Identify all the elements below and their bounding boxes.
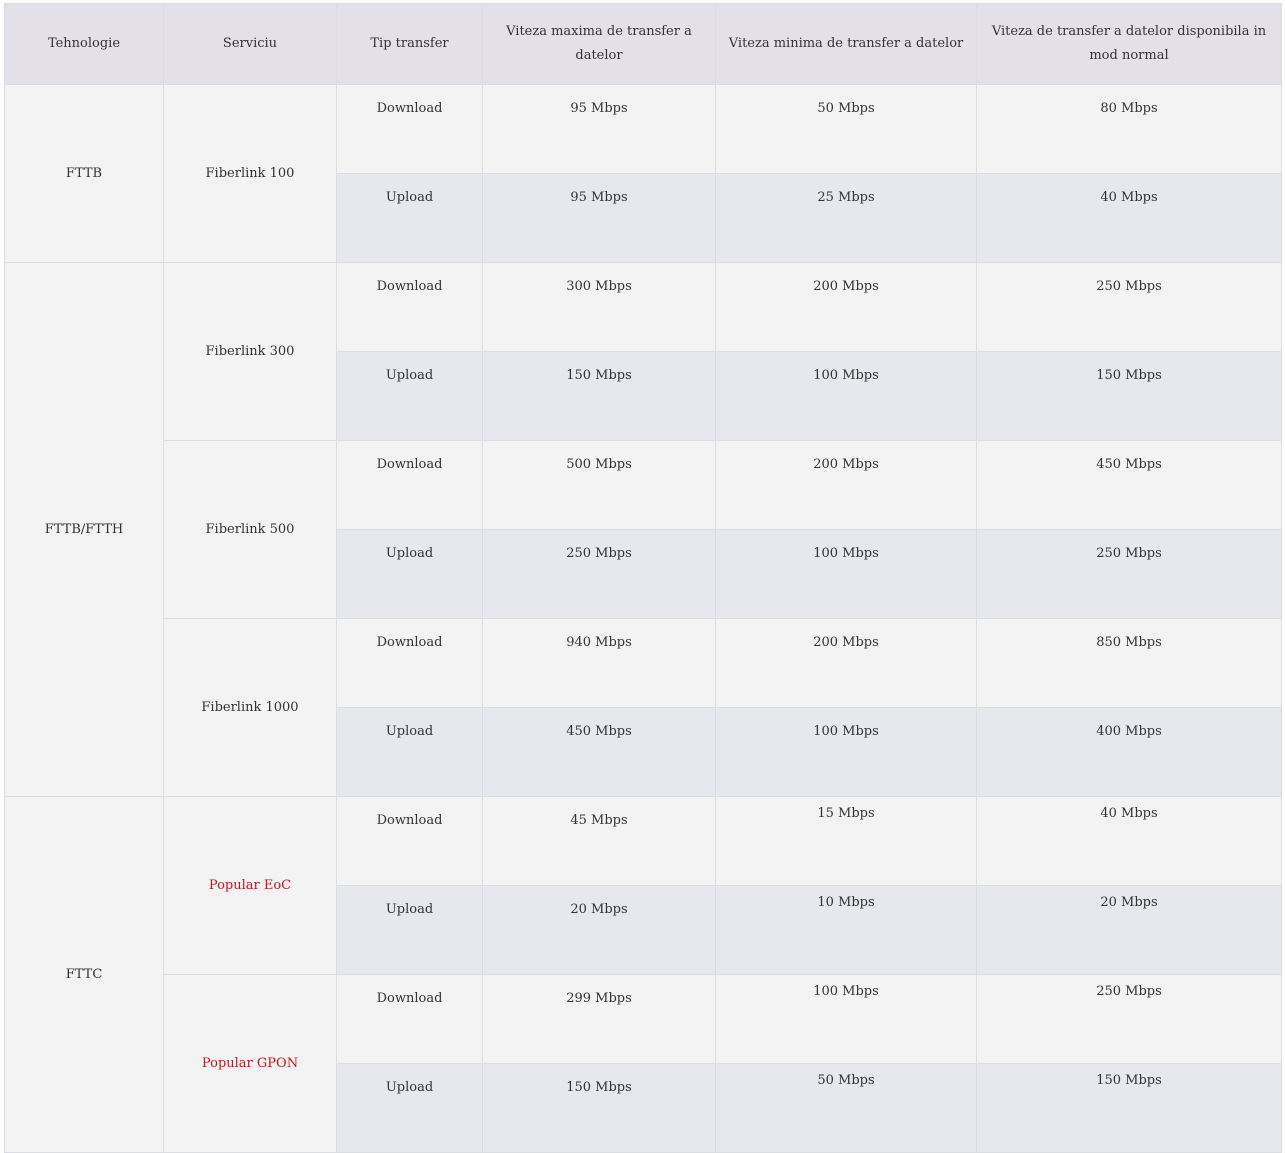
normal-speed-cell: 40 Mbps [976, 796, 1282, 886]
type-cell: Download [336, 262, 483, 352]
normal-speed-cell: 850 Mbps [976, 618, 1282, 708]
header-min-speed: Viteza minima de transfer a datelor [715, 3, 977, 85]
type-cell: Download [336, 440, 483, 530]
tech-cell: FTTC [4, 796, 164, 1153]
table-row: Popular GPON Download 299 Mbps 100 Mbps … [5, 974, 1282, 1153]
max-speed-cell: 300 Mbps [482, 262, 716, 352]
speed-table-container: Tehnologie Serviciu Tip transfer Viteza … [4, 3, 1282, 1153]
min-speed-cell: 10 Mbps [715, 885, 977, 975]
max-speed-cell: 20 Mbps [482, 885, 716, 975]
normal-speed-cell: 80 Mbps [976, 84, 1282, 174]
table-row: Fiberlink 500 Download 500 Mbps 200 Mbps… [5, 440, 1282, 619]
type-cell: Upload [336, 173, 483, 263]
header-tech: Tehnologie [4, 3, 164, 85]
service-cell: Fiberlink 300 [163, 262, 337, 441]
max-speed-cell: 150 Mbps [482, 1063, 716, 1153]
max-speed-cell: 500 Mbps [482, 440, 716, 530]
type-cell: Upload [336, 885, 483, 975]
max-speed-cell: 250 Mbps [482, 529, 716, 619]
type-cell: Download [336, 84, 483, 174]
normal-speed-cell: 20 Mbps [976, 885, 1282, 975]
tech-cell: FTTB [4, 84, 164, 263]
normal-speed-cell: 250 Mbps [976, 529, 1282, 619]
normal-speed-cell: 450 Mbps [976, 440, 1282, 530]
min-speed-cell: 100 Mbps [715, 707, 977, 797]
service-cell: Fiberlink 1000 [163, 618, 337, 797]
min-speed-cell: 25 Mbps [715, 173, 977, 263]
min-speed-cell: 50 Mbps [715, 1063, 977, 1153]
speed-table: Tehnologie Serviciu Tip transfer Viteza … [4, 3, 1282, 1153]
type-cell: Upload [336, 529, 483, 619]
table-row: FTTB Fiberlink 100 Download 95 Mbps 50 M… [4, 84, 1282, 263]
normal-speed-cell: 250 Mbps [976, 262, 1282, 352]
type-cell: Upload [336, 707, 483, 797]
max-speed-cell: 95 Mbps [482, 173, 716, 263]
max-speed-cell: 45 Mbps [482, 796, 716, 886]
max-speed-cell: 150 Mbps [482, 351, 716, 441]
min-speed-cell: 200 Mbps [715, 262, 977, 352]
type-cell: Upload [336, 1063, 483, 1153]
max-speed-cell: 940 Mbps [482, 618, 716, 708]
header-max-speed: Viteza maxima de transfer a datelor [482, 3, 716, 85]
type-cell: Download [336, 618, 483, 708]
service-cell: Fiberlink 500 [163, 440, 337, 619]
max-speed-cell: 299 Mbps [482, 974, 716, 1064]
type-cell: Download [336, 796, 483, 886]
type-cell: Upload [336, 351, 483, 441]
min-speed-cell: 100 Mbps [715, 351, 977, 441]
min-speed-cell: 100 Mbps [715, 974, 977, 1064]
min-speed-cell: 200 Mbps [715, 618, 977, 708]
service-cell: Popular GPON [163, 974, 337, 1153]
table-row: FTTB/FTTH Fiberlink 300 Download 300 Mbp… [4, 262, 1282, 797]
table-row: Fiberlink 1000 Download 940 Mbps 200 Mbp… [5, 618, 1282, 797]
table-row: FTTC Popular EoC Download 45 Mbps 15 Mbp… [4, 796, 1282, 1153]
normal-speed-cell: 400 Mbps [976, 707, 1282, 797]
max-speed-cell: 95 Mbps [482, 84, 716, 174]
normal-speed-cell: 250 Mbps [976, 974, 1282, 1064]
header-type: Tip transfer [336, 3, 483, 85]
table-header-row: Tehnologie Serviciu Tip transfer Viteza … [4, 3, 1282, 85]
service-cell: Fiberlink 100 [163, 84, 337, 263]
tech-cell: FTTB/FTTH [4, 262, 164, 797]
min-speed-cell: 200 Mbps [715, 440, 977, 530]
normal-speed-cell: 150 Mbps [976, 1063, 1282, 1153]
header-service: Serviciu [163, 3, 337, 85]
min-speed-cell: 50 Mbps [715, 84, 977, 174]
service-cell: Popular EoC [163, 796, 337, 975]
max-speed-cell: 450 Mbps [482, 707, 716, 797]
normal-speed-cell: 150 Mbps [976, 351, 1282, 441]
type-cell: Download [336, 974, 483, 1064]
normal-speed-cell: 40 Mbps [976, 173, 1282, 263]
header-normal-speed: Viteza de transfer a datelor disponibila… [976, 3, 1282, 85]
min-speed-cell: 100 Mbps [715, 529, 977, 619]
min-speed-cell: 15 Mbps [715, 796, 977, 886]
